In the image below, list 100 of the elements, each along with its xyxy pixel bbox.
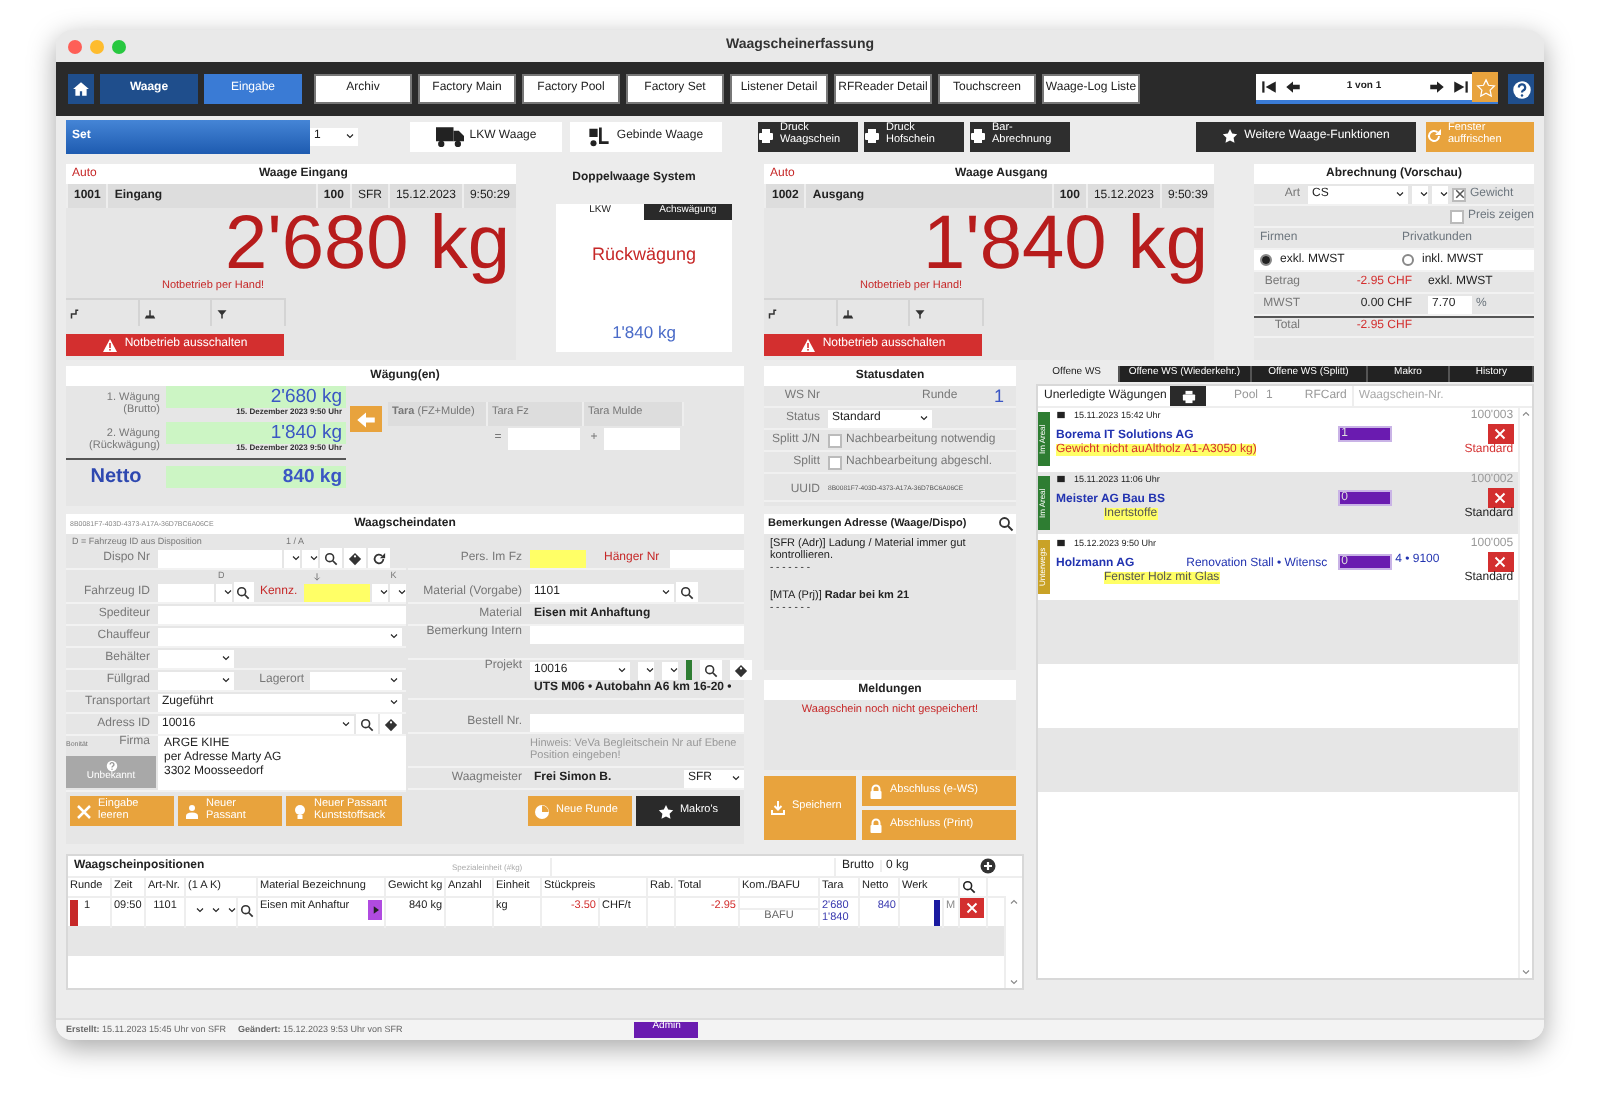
close-icon	[1494, 427, 1507, 440]
play-button[interactable]	[368, 900, 382, 920]
print-button[interactable]	[1170, 386, 1206, 406]
printer-icon	[970, 128, 986, 144]
search-button[interactable]	[356, 714, 378, 734]
home-icon	[72, 80, 90, 98]
weight-reading: 1'840 kg	[612, 324, 676, 344]
scroll-down-icon	[1519, 966, 1532, 978]
search-button[interactable]	[700, 660, 722, 680]
tag-button[interactable]	[344, 548, 366, 568]
add-button[interactable]	[976, 856, 999, 876]
search-icon	[236, 585, 251, 599]
question-icon	[105, 760, 117, 773]
dropdown[interactable]	[215, 583, 232, 601]
weight-reading: 1'840 kg	[923, 208, 1210, 280]
first-page-icon	[1259, 78, 1277, 96]
close-icon	[76, 803, 92, 819]
dropdown[interactable]	[1412, 185, 1428, 203]
search-button[interactable]	[994, 514, 1016, 534]
scroll-bar[interactable]	[1004, 896, 1022, 988]
help-icon	[1511, 79, 1531, 99]
close-icon	[1494, 491, 1507, 504]
input-field[interactable]	[669, 549, 744, 567]
weight-value: 1'840 kg	[166, 422, 346, 444]
weight-icon	[841, 307, 854, 319]
bulb-icon	[292, 803, 308, 819]
dropdown[interactable]	[1432, 185, 1448, 203]
delete-button[interactable]	[960, 898, 984, 918]
scroll-bar[interactable]	[1517, 408, 1532, 978]
input-field[interactable]	[158, 583, 214, 601]
input-field[interactable]	[530, 626, 744, 644]
status-bar	[686, 660, 692, 680]
input-field[interactable]	[604, 428, 680, 450]
caret-icon	[221, 586, 234, 598]
funnel-icon	[914, 307, 927, 319]
search-button[interactable]	[676, 582, 698, 602]
tag-button[interactable]	[730, 660, 752, 680]
dropdown[interactable]	[390, 583, 406, 601]
search-icon	[997, 516, 1013, 532]
person-icon	[184, 803, 200, 819]
tile-icon	[1056, 474, 1066, 485]
tile-icon	[1056, 410, 1066, 421]
tag-icon	[734, 663, 748, 677]
plant-marker	[934, 900, 940, 926]
input-field[interactable]	[530, 713, 744, 731]
radio-button[interactable]	[1402, 253, 1414, 266]
warning-icon	[800, 337, 817, 353]
tag-button[interactable]	[380, 714, 402, 734]
checkbox[interactable]	[828, 433, 842, 447]
input-field[interactable]	[530, 549, 586, 567]
checkbox[interactable]	[1452, 187, 1466, 201]
refresh-icon	[372, 551, 386, 565]
play-icon	[369, 904, 381, 916]
printer-icon	[864, 128, 880, 144]
left-arrow-icon	[1283, 78, 1301, 96]
radio-button[interactable]	[1260, 253, 1272, 266]
caret-icon	[730, 772, 742, 784]
star-icon	[657, 803, 674, 819]
dropdown[interactable]	[372, 583, 388, 601]
input-field[interactable]	[158, 549, 282, 567]
caret-icon	[344, 130, 356, 142]
step-icon	[768, 307, 780, 319]
funnel-icon	[216, 307, 229, 319]
tag-icon	[384, 717, 398, 731]
pie-icon	[534, 803, 550, 819]
dropdown[interactable]	[284, 549, 300, 567]
tag-icon	[348, 551, 362, 565]
down-arrow-icon	[312, 571, 323, 581]
net-value: 840 kg	[166, 466, 346, 488]
scroll-up-icon	[1519, 408, 1532, 420]
star-icon	[1222, 128, 1239, 144]
checkbox[interactable]	[1450, 209, 1464, 223]
search-icon	[324, 551, 338, 565]
tile-icon	[1056, 538, 1066, 549]
search-button[interactable]	[233, 582, 254, 602]
download-icon	[770, 800, 786, 816]
input-field[interactable]	[303, 583, 370, 601]
right-arrow-icon	[1427, 78, 1445, 96]
delete-button[interactable]	[1487, 423, 1514, 444]
search-icon	[240, 903, 254, 917]
search-button[interactable]	[240, 900, 254, 920]
input-field[interactable]	[508, 428, 580, 450]
refresh-button[interactable]	[368, 548, 390, 568]
dropdown[interactable]	[638, 661, 654, 679]
dropdown[interactable]	[662, 661, 678, 679]
dropdown[interactable]	[302, 549, 318, 567]
caret-icon	[660, 586, 672, 598]
home-button[interactable]	[68, 74, 94, 104]
checkbox[interactable]	[828, 455, 842, 469]
help-button[interactable]	[1508, 74, 1534, 104]
delete-button[interactable]	[1487, 551, 1514, 572]
warning-icon	[102, 337, 119, 353]
refresh-icon	[1426, 128, 1442, 144]
net-label: Netto	[88, 465, 144, 489]
delete-button[interactable]	[1487, 487, 1514, 508]
printer-icon	[1181, 389, 1195, 403]
caret-icon	[918, 412, 930, 424]
search-button[interactable]	[320, 548, 342, 568]
caret-icon	[340, 718, 352, 730]
input-field[interactable]	[158, 605, 406, 623]
